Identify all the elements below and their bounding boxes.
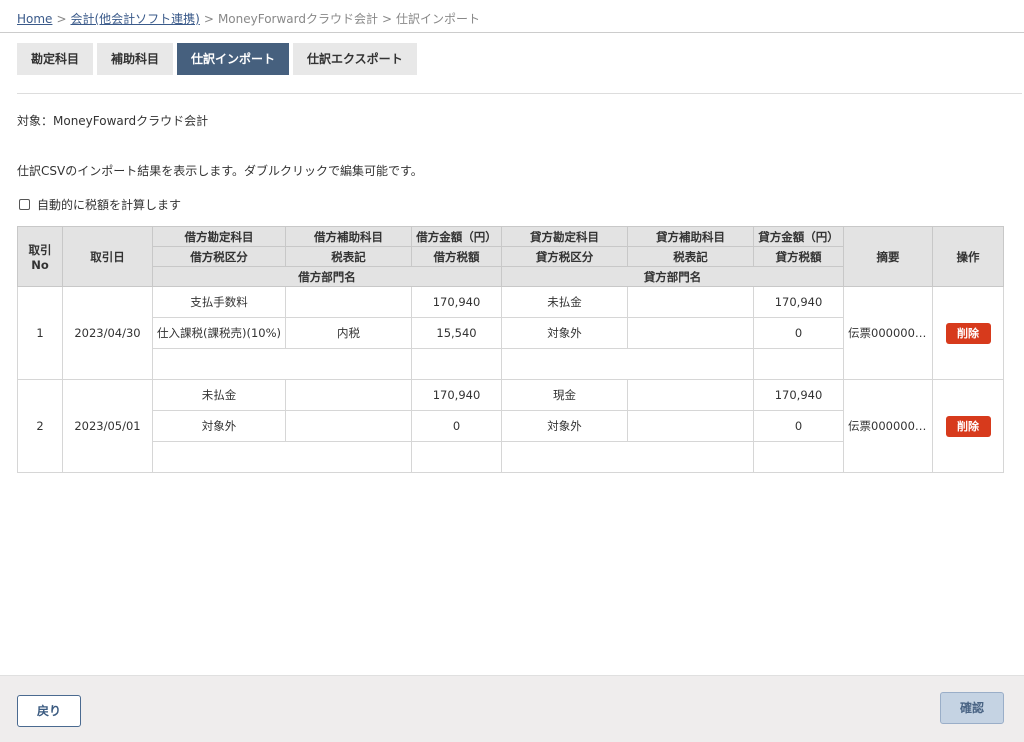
breadcrumb-separator: > — [381, 12, 393, 26]
cell-memo[interactable]: 伝票0000000… — [843, 286, 933, 380]
cell-credit-amount[interactable]: 170,940 — [753, 379, 844, 411]
tab-journal-import[interactable]: 仕訳インポート — [177, 43, 290, 75]
tab-journal-export[interactable]: 仕訳エクスポート — [293, 43, 417, 75]
cell-debit-account[interactable]: 未払金 — [152, 379, 286, 411]
header-debit-tax-notation: 税表記 — [285, 246, 412, 267]
target-label: 対象：MoneyFowardクラウド会計 — [17, 114, 209, 128]
cell-debit-account[interactable]: 支払手数料 — [152, 286, 286, 318]
confirm-button[interactable]: 確認 — [940, 692, 1004, 724]
cell-credit-tax-notation[interactable] — [627, 317, 754, 349]
cell-credit-dept-empty — [753, 348, 844, 380]
cell-debit-amount[interactable]: 170,940 — [411, 286, 502, 318]
cell-debit-dept-empty — [411, 348, 502, 380]
breadcrumb-separator: > — [203, 12, 214, 26]
cell-credit-tax[interactable]: 0 — [753, 410, 844, 442]
cell-debit-sub[interactable] — [285, 379, 412, 411]
header-no: 取引 No — [17, 226, 63, 287]
cell-credit-tax-notation[interactable] — [627, 410, 754, 442]
breadcrumb-current: 仕訳インポート — [396, 12, 481, 26]
cell-credit-amount[interactable]: 170,940 — [753, 286, 844, 318]
header-debit-dept: 借方部門名 — [152, 266, 502, 287]
cell-debit-amount[interactable]: 170,940 — [411, 379, 502, 411]
cell-credit-tax-class[interactable]: 対象外 — [501, 317, 628, 349]
auto-tax-label: 自動的に税額を計算します — [37, 198, 182, 212]
cell-debit-dept-empty — [411, 441, 502, 473]
header-credit-tax-class: 貸方税区分 — [501, 246, 628, 267]
auto-tax-option[interactable]: 自動的に税額を計算します — [19, 196, 181, 213]
header-credit-account: 貸方勘定科目 — [501, 226, 628, 247]
header-debit-tax-class: 借方税区分 — [152, 246, 286, 267]
header-credit-tax: 貸方税額 — [753, 246, 844, 267]
cell-debit-tax-notation[interactable] — [285, 410, 412, 442]
cell-credit-sub[interactable] — [627, 379, 754, 411]
table-row: 1 2023/04/30 支払手数料 170,940 未払金 170,940 伝… — [17, 286, 1004, 380]
header-divider — [0, 32, 1024, 33]
header-date: 取引日 — [62, 226, 153, 287]
cell-action: 削除 — [932, 286, 1004, 380]
header-no-line1: 取引 — [28, 242, 52, 257]
cell-debit-tax-class[interactable]: 仕入課税(課税売)(10%) — [152, 317, 286, 349]
journal-table: 取引 No 取引日 借方勘定科目 借方補助科目 借方金額（円） 貸方勘定科目 貸方… — [17, 226, 1004, 473]
table-row: 2 2023/05/01 未払金 170,940 現金 170,940 伝票00… — [17, 379, 1004, 473]
header-debit-account: 借方勘定科目 — [152, 226, 286, 247]
cell-debit-tax[interactable]: 0 — [411, 410, 502, 442]
cell-credit-dept[interactable] — [501, 348, 754, 380]
tab-bar: 勘定科目 補助科目 仕訳インポート 仕訳エクスポート — [17, 43, 417, 75]
cell-credit-account[interactable]: 現金 — [501, 379, 628, 411]
header-credit-sub: 貸方補助科目 — [627, 226, 754, 247]
description-text: 仕訳CSVのインポート結果を表示します。ダブルクリックで編集可能です。 — [17, 164, 423, 178]
header-no-line2: No — [31, 257, 49, 272]
cell-date[interactable]: 2023/05/01 — [62, 379, 153, 473]
cell-credit-account[interactable]: 未払金 — [501, 286, 628, 318]
breadcrumb-accounting-link[interactable]: 会計(他会計ソフト連携) — [71, 12, 200, 26]
back-button[interactable]: 戻り — [17, 695, 81, 727]
cell-debit-sub[interactable] — [285, 286, 412, 318]
cell-debit-dept[interactable] — [152, 348, 412, 380]
footer-bar: 戻り 確認 — [0, 675, 1024, 742]
cell-credit-tax-class[interactable]: 対象外 — [501, 410, 628, 442]
delete-button[interactable]: 削除 — [945, 415, 991, 437]
cell-credit-dept-empty — [753, 441, 844, 473]
breadcrumb: Home > 会計(他会計ソフト連携) > MoneyForwardクラウド会計 > 仕訳イ… — [17, 10, 480, 27]
cell-no: 2 — [17, 379, 63, 473]
header-debit-sub: 借方補助科目 — [285, 226, 412, 247]
breadcrumb-software: MoneyForwardクラウド会計 — [217, 12, 378, 26]
header-credit-dept: 貸方部門名 — [501, 266, 844, 287]
breadcrumb-separator: > — [56, 12, 67, 26]
header-action: 操作 — [932, 226, 1004, 287]
cell-debit-tax[interactable]: 15,540 — [411, 317, 502, 349]
header-credit-amount: 貸方金額（円） — [753, 226, 844, 247]
cell-credit-dept[interactable] — [501, 441, 754, 473]
cell-debit-dept[interactable] — [152, 441, 412, 473]
tab-accounts[interactable]: 勘定科目 — [17, 43, 94, 75]
cell-credit-tax[interactable]: 0 — [753, 317, 844, 349]
cell-date[interactable]: 2023/04/30 — [62, 286, 153, 380]
header-debit-amount: 借方金額（円） — [411, 226, 502, 247]
cell-no: 1 — [17, 286, 63, 380]
tab-sub-accounts[interactable]: 補助科目 — [97, 43, 174, 75]
cell-action: 削除 — [932, 379, 1004, 473]
delete-button[interactable]: 削除 — [945, 322, 991, 344]
cell-credit-sub[interactable] — [627, 286, 754, 318]
cell-debit-tax-notation[interactable]: 内税 — [285, 317, 412, 349]
auto-tax-checkbox[interactable] — [19, 199, 30, 210]
cell-debit-tax-class[interactable]: 対象外 — [152, 410, 286, 442]
header-memo: 摘要 — [843, 226, 933, 287]
cell-memo[interactable]: 伝票0000000… — [843, 379, 933, 473]
tab-divider — [17, 93, 1022, 94]
header-credit-tax-notation: 税表記 — [627, 246, 754, 267]
header-debit-tax: 借方税額 — [411, 246, 502, 267]
breadcrumb-home-link[interactable]: Home — [17, 12, 52, 26]
